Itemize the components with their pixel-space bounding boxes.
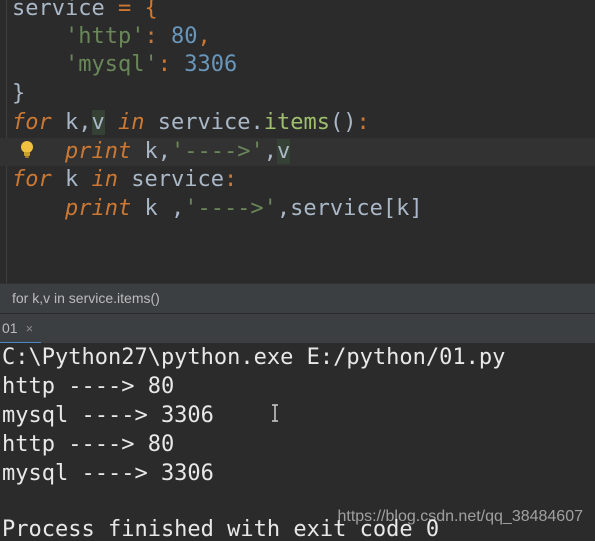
colon: : <box>157 52 185 77</box>
run-tab-01[interactable]: 01 × <box>0 314 42 344</box>
string-literal: '---->' <box>184 196 277 221</box>
close-icon[interactable]: × <box>26 321 34 336</box>
string-literal: 'mysql' <box>64 52 158 77</box>
string-literal: '---->' <box>170 139 264 164</box>
watermark: https://blog.csdn.net/qq_38484607 <box>337 508 583 525</box>
console-line: http ----> 80 <box>2 374 175 399</box>
number-literal: 80 <box>170 24 198 49</box>
colon: : <box>223 167 238 192</box>
method-name: items <box>263 110 330 135</box>
console-line: mysql ----> 3306 <box>2 403 214 428</box>
highlighted-var: v <box>91 110 105 135</box>
breadcrumb[interactable]: for k,v in service.items() <box>0 283 595 314</box>
code-line-8[interactable]: print k ,'---->',service[k] <box>12 195 423 223</box>
identifier: service <box>118 167 224 192</box>
code-line-5[interactable]: for k,v in service.items(): <box>12 109 370 137</box>
comma: , <box>197 24 211 49</box>
text-cursor-icon <box>272 404 278 422</box>
identifier: service <box>12 0 105 21</box>
keyword-in: in <box>118 110 145 135</box>
comma: , <box>263 139 277 164</box>
code-line-7[interactable]: for k in service: <box>12 166 237 194</box>
keyword-print: print <box>64 196 132 221</box>
code-line-4[interactable]: } <box>12 80 25 108</box>
breadcrumb-label: for k,v in service.items() <box>12 290 160 306</box>
code-line-1[interactable]: service = { <box>12 0 158 23</box>
parens: () <box>329 110 357 135</box>
args: k , <box>131 196 185 221</box>
colon: : <box>144 24 171 49</box>
keyword-for: for <box>12 167 52 192</box>
args: ,service[k] <box>276 196 423 221</box>
brace: } <box>12 81 26 106</box>
code-line-2[interactable]: 'http': 80, <box>12 23 211 51</box>
highlighted-var: v <box>276 139 291 164</box>
colon: : <box>356 110 370 135</box>
code-line-6[interactable]: print k,'---->',v <box>0 138 595 166</box>
keyword-print: print <box>64 139 132 164</box>
loop-vars: k <box>51 167 92 192</box>
operator: = { <box>104 0 158 21</box>
loop-vars: k, <box>51 110 92 135</box>
run-tab-label: 01 <box>2 320 18 336</box>
args: k, <box>131 139 171 164</box>
number-literal: 3306 <box>184 52 238 77</box>
keyword-in: in <box>91 167 119 192</box>
code-line-3[interactable]: 'mysql': 3306 <box>12 51 237 79</box>
run-tab-bar: 01 × <box>0 313 595 344</box>
console-line: http ----> 80 <box>2 432 175 457</box>
keyword-for: for <box>12 110 52 135</box>
console-line: C:\Python27\python.exe E:/python/01.py <box>2 345 506 370</box>
identifier: service. <box>144 110 264 135</box>
lightbulb-icon[interactable] <box>18 139 36 159</box>
console-line: mysql ----> 3306 <box>2 461 214 486</box>
string-literal: 'http' <box>64 24 145 49</box>
code-editor[interactable]: service = { 'http': 80, 'mysql': 3306 } … <box>0 0 595 283</box>
